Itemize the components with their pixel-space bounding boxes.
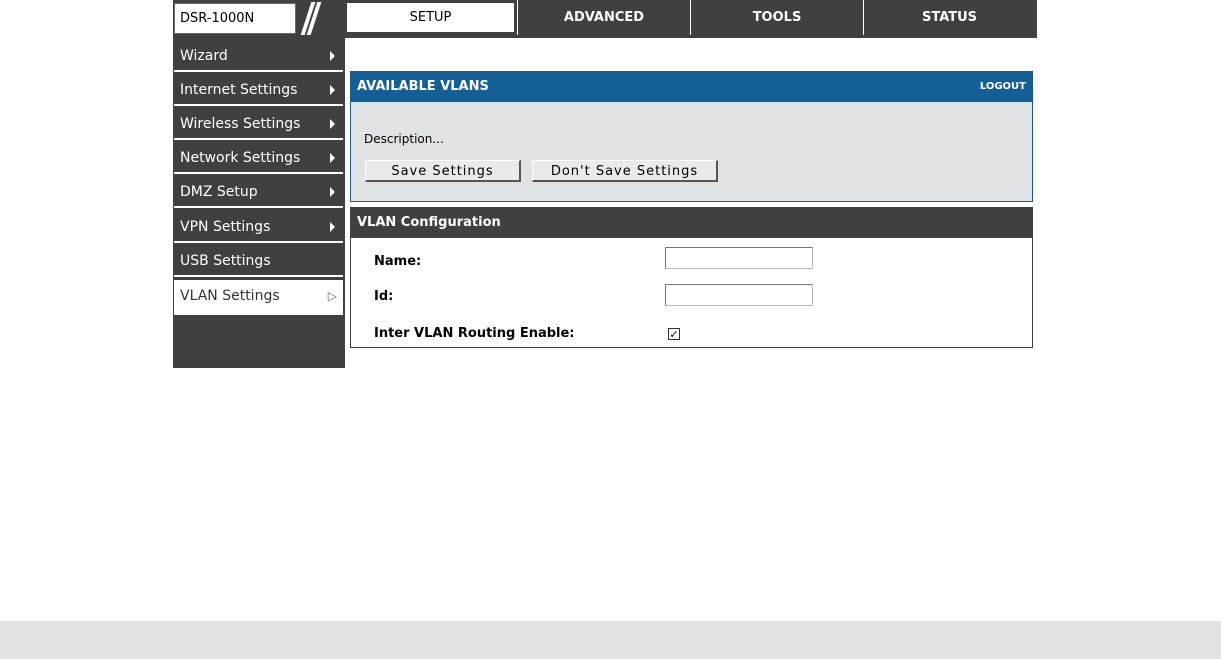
chevron-right-icon [330,119,335,129]
sidebar-item-internet-settings[interactable]: Internet Settings [174,74,343,106]
sidebar-item-label: VPN Settings [180,219,271,235]
vlan-configuration-panel: VLAN Configuration Name: Id: Inter VLAN … [350,207,1033,348]
description-text: Description... [364,132,444,146]
sidebar-item-vpn-settings[interactable]: VPN Settings [174,211,343,243]
footer-bar [0,621,1221,659]
sidebar-item-label: USB Settings [180,253,271,269]
sidebar-item-label: Internet Settings [180,82,298,98]
available-vlans-header: AVAILABLE VLANS LOGOUT [351,72,1032,102]
sidebar-item-label: Network Settings [180,150,301,166]
save-settings-button[interactable]: Save Settings [365,160,521,182]
inter-vlan-routing-checkbox[interactable]: ✓ [668,328,680,340]
sidebar-item-wizard[interactable]: Wizard [174,40,343,72]
model-label: DSR-1000N [180,11,255,26]
sidebar-item-vlan-settings[interactable]: VLAN Settings ▷ [174,280,343,315]
dont-save-settings-button[interactable]: Don't Save Settings [532,160,718,182]
name-input[interactable] [665,247,813,269]
id-label: Id: [374,289,394,304]
tab-advanced[interactable]: ADVANCED [517,0,690,35]
sidebar-item-label: DMZ Setup [180,184,258,200]
tab-setup[interactable]: SETUP [346,2,515,33]
sidebar-item-wireless-settings[interactable]: Wireless Settings [174,108,343,140]
sidebar-item-label: Wizard [180,48,228,64]
panel-title: VLAN Configuration [357,215,501,230]
chevron-right-icon [330,222,335,232]
name-label: Name: [374,254,422,269]
main-tabs: SETUP ADVANCED TOOLS STATUS [345,0,1037,38]
vlan-configuration-header: VLAN Configuration [351,208,1032,238]
available-vlans-panel: AVAILABLE VLANS LOGOUT Description... Sa… [350,71,1033,202]
panel-title: AVAILABLE VLANS [357,79,489,94]
inter-vlan-routing-label: Inter VLAN Routing Enable: [374,326,575,341]
id-input[interactable] [665,284,813,306]
sidebar-item-label: Wireless Settings [180,116,301,132]
sidebar-item-dmz-setup[interactable]: DMZ Setup [174,176,343,208]
sidebar: Wizard Internet Settings Wireless Settin… [173,38,345,368]
tab-tools[interactable]: TOOLS [690,0,863,35]
chevron-right-outline-icon: ▷ [327,289,337,303]
sidebar-item-usb-settings[interactable]: USB Settings [174,245,343,277]
sidebar-item-label: VLAN Settings [180,288,280,304]
logout-link[interactable]: LOGOUT [980,72,1026,102]
chevron-right-icon [330,51,335,61]
chevron-right-icon [330,187,335,197]
chevron-right-icon [330,153,335,163]
chevron-right-icon [330,85,335,95]
sidebar-item-network-settings[interactable]: Network Settings [174,142,343,174]
tab-status[interactable]: STATUS [863,0,1035,35]
model-name: DSR-1000N [174,3,296,34]
